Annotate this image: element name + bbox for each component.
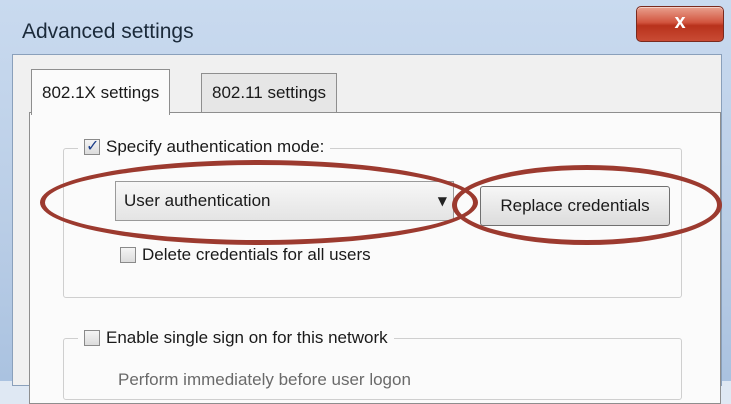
delete-credentials-row: Delete credentials for all users (120, 245, 371, 265)
auth-mode-legend: Specify authentication mode: (78, 136, 331, 157)
window-title: Advanced settings (22, 20, 194, 43)
tab-802-1x-settings[interactable]: 802.1X settings (31, 69, 171, 115)
advanced-settings-window: Advanced settings x 802.1X settings 802.… (0, 0, 731, 404)
auth-mode-value: User authentication (124, 191, 271, 210)
enable-sso-checkbox[interactable] (84, 330, 100, 346)
close-icon: x (674, 11, 686, 33)
sso-legend: Enable single sign on for this network (78, 328, 394, 348)
specify-auth-mode-checkbox[interactable] (84, 136, 100, 155)
sso-option-partial[interactable]: Perform immediately before user logon (118, 370, 411, 390)
enable-sso-label: Enable single sign on for this network (106, 328, 388, 347)
close-button[interactable]: x (636, 6, 724, 42)
tab-802-11-settings[interactable]: 802.11 settings (201, 73, 338, 113)
specify-auth-mode-label: Specify authentication mode: (106, 137, 325, 156)
dropdown-arrow-icon[interactable]: ▼ (438, 182, 447, 220)
delete-credentials-checkbox[interactable] (120, 247, 136, 263)
title-bar[interactable]: Advanced settings x (0, 0, 731, 62)
delete-credentials-label: Delete credentials for all users (142, 245, 371, 264)
auth-mode-dropdown[interactable]: User authentication ▼ (115, 181, 454, 221)
replace-credentials-button[interactable]: Replace credentials (480, 186, 670, 226)
